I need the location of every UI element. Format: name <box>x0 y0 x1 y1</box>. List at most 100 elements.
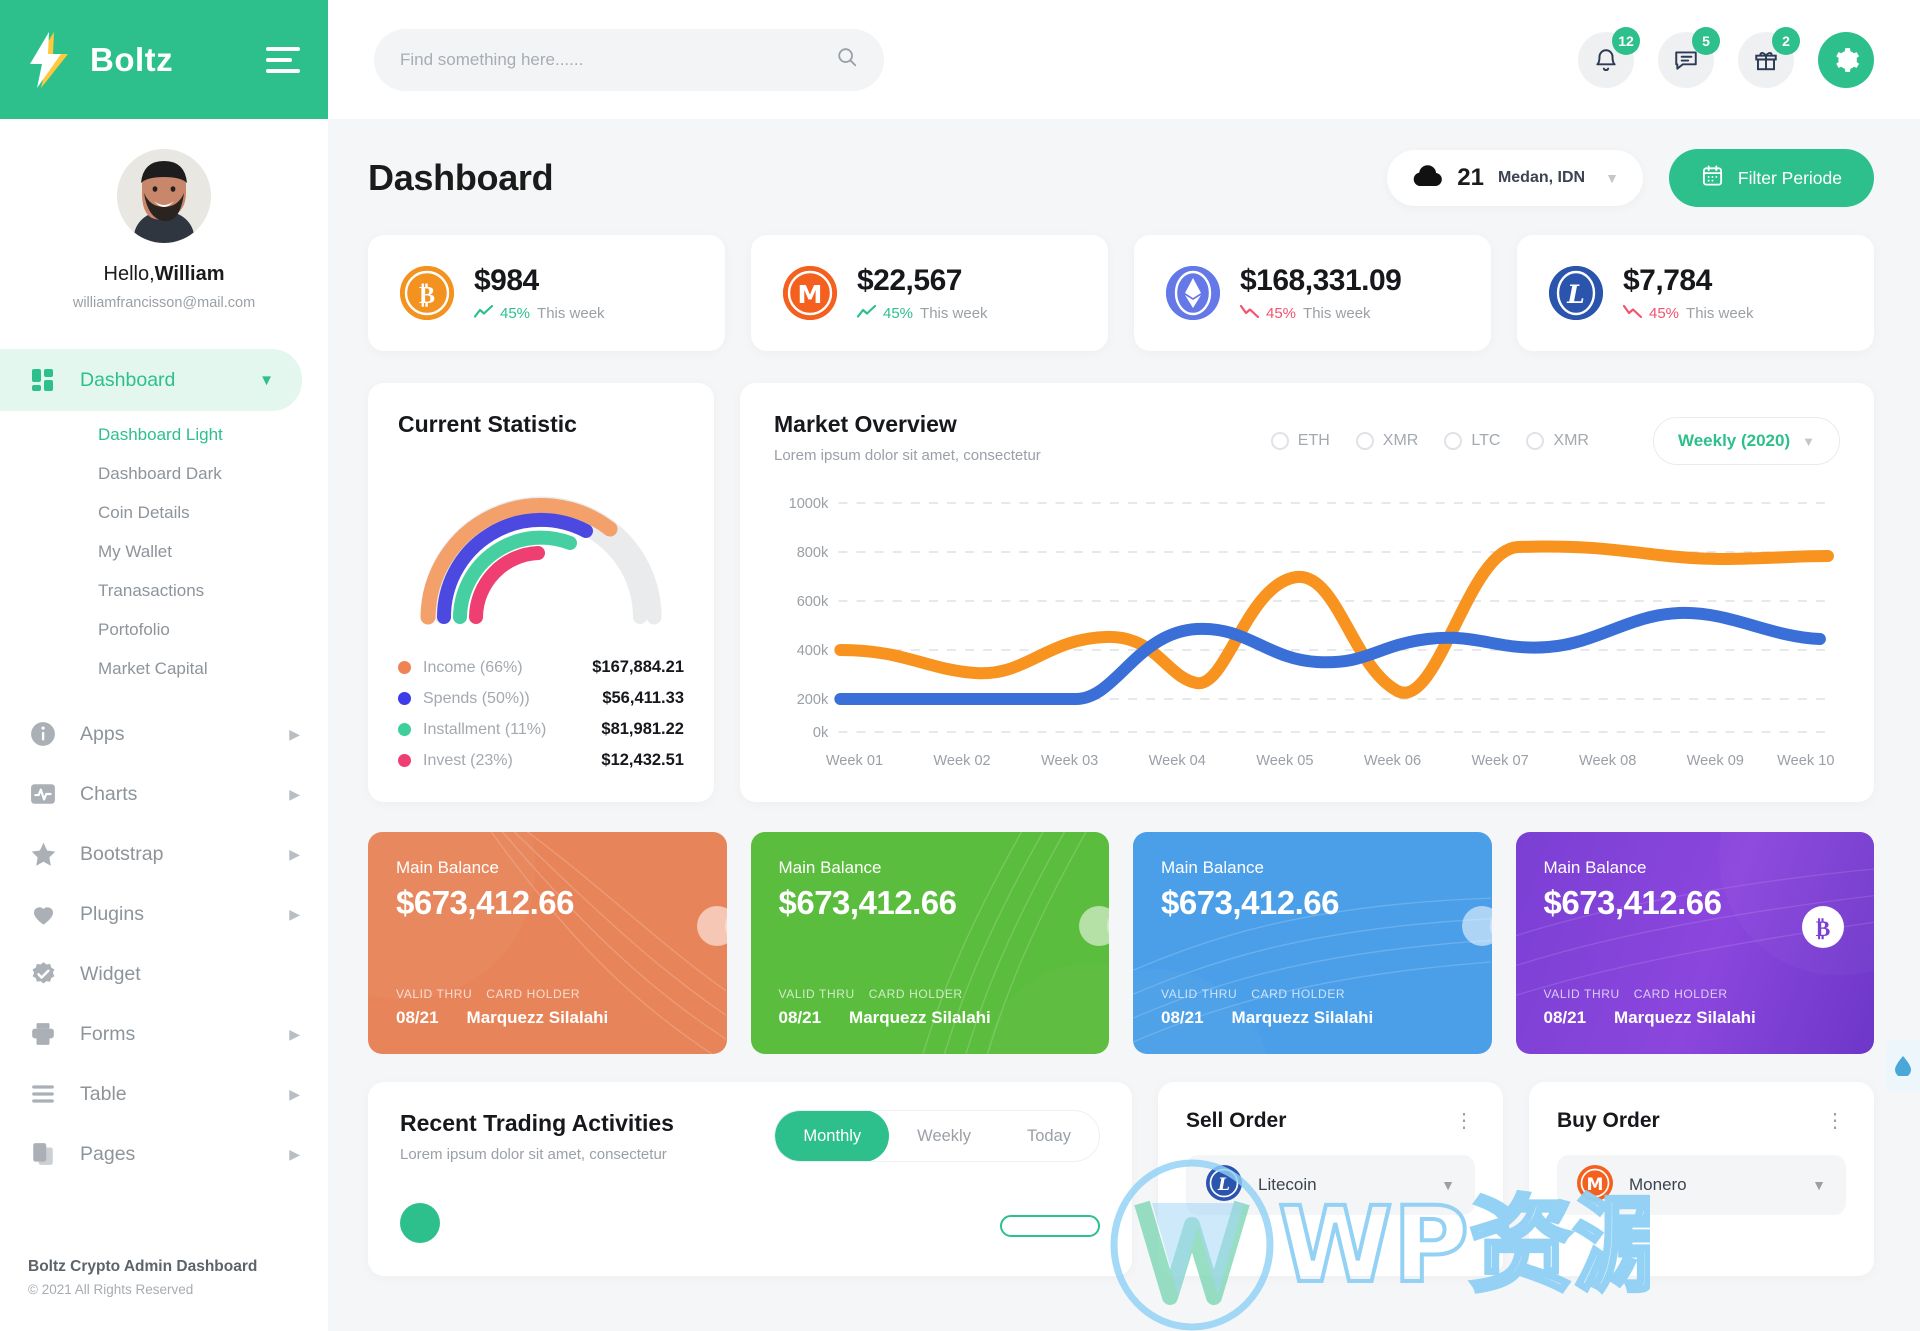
sidebar-item-label: Table <box>80 1082 127 1105</box>
valid-thru-value: 08/21 <box>1543 1008 1587 1027</box>
activity-icon <box>28 779 58 809</box>
market-overview-header: Market Overview Lorem ipsum dolor sit am… <box>774 411 1840 465</box>
buy-order-coin-select[interactable]: M Monero ▼ <box>1557 1155 1846 1215</box>
trading-action-button[interactable] <box>1000 1214 1100 1237</box>
period-select[interactable]: Weekly (2020) ▼ <box>1652 417 1840 465</box>
settings-button[interactable] <box>1818 31 1874 88</box>
dots-vertical-icon[interactable]: ⋮ <box>1825 1108 1846 1133</box>
sidebar-subitem-dashboard-light[interactable]: Dashboard Light <box>0 415 328 454</box>
sidebar-item-label: Plugins <box>80 902 144 925</box>
sidebar-subitem-coin-details[interactable]: Coin Details <box>0 493 328 532</box>
balance-card-blue[interactable]: Main Balance $673,412.66 VALID THRU CARD … <box>1133 832 1492 1054</box>
greeting: Hello,William <box>0 263 328 286</box>
stat-card-eth[interactable]: $168,331.09 45% This week <box>1134 235 1491 351</box>
legend-item: Spends (50%)) $56,411.33 <box>398 683 684 714</box>
stat-card-ltc[interactable]: L $7,784 45% This week <box>1517 235 1874 351</box>
radio-ltc[interactable]: LTC <box>1444 432 1500 450</box>
market-overview-card: Market Overview Lorem ipsum dolor sit am… <box>740 383 1874 802</box>
filter-periode-button[interactable]: Filter Periode <box>1668 149 1874 207</box>
sidebar-item-forms[interactable]: Forms ▶ <box>0 1004 328 1064</box>
sidebar-subitem-transactions[interactable]: Tranasactions <box>0 571 328 610</box>
sidebar-item-charts[interactable]: Charts ▶ <box>0 764 328 824</box>
legend-dot-income <box>398 661 411 674</box>
trend-down-icon <box>1239 304 1260 322</box>
sidebar-subitem-market-capital[interactable]: Market Capital <box>0 649 328 688</box>
stat-percent: 45% <box>500 305 531 322</box>
chevron-down-icon[interactable]: ▼ <box>1441 1177 1455 1193</box>
sidebar-item-apps[interactable]: Apps ▶ <box>0 704 328 764</box>
card-holder-value: Marquezz Silalahi <box>466 1008 609 1027</box>
sidebar-item-widget[interactable]: Widget <box>0 944 328 1004</box>
weather-widget[interactable]: 21 Medan, IDN ▼ <box>1387 150 1643 206</box>
sidebar-subitem-my-wallet[interactable]: My Wallet <box>0 532 328 571</box>
sell-order-coin-select[interactable]: L Litecoin ▼ <box>1186 1155 1475 1215</box>
radio-xmr-2[interactable]: XMR <box>1526 432 1589 450</box>
sidebar-item-table[interactable]: Table ▶ <box>0 1064 328 1124</box>
radio-circle-icon <box>1526 432 1545 450</box>
chevron-right-icon: ▶ <box>289 1145 300 1162</box>
sidebar-item-dashboard[interactable]: Dashboard ▼ <box>0 349 302 411</box>
sell-order-coin-name: Litecoin <box>1258 1175 1317 1194</box>
messages-button[interactable]: 5 <box>1658 26 1720 88</box>
dots-vertical-icon[interactable]: ⋮ <box>1454 1108 1475 1133</box>
legend-item: Installment (11%) $81,981.22 <box>398 714 684 745</box>
stat-card-btc[interactable]: ₿ $984 45% This week <box>368 235 725 351</box>
market-overview-title: Market Overview <box>774 411 957 437</box>
search-input[interactable] <box>400 49 824 70</box>
legend-value: $167,884.21 <box>592 658 684 676</box>
sidebar-item-label: Dashboard <box>80 368 176 391</box>
chevron-down-icon[interactable]: ▼ <box>1605 170 1619 186</box>
trading-row[interactable] <box>400 1203 1100 1248</box>
topbar: 12 5 2 <box>328 0 1920 119</box>
sidebar-subitem-portofolio[interactable]: Portofolio <box>0 610 328 649</box>
page-title: Dashboard <box>368 157 554 198</box>
profile-name: William <box>154 263 225 285</box>
balance-card-footer: VALID THRU CARD HOLDER 08/21 Marquezz Sila… <box>779 987 1082 1028</box>
sidebar-subitem-dashboard-dark[interactable]: Dashboard Dark <box>0 454 328 493</box>
tab-today[interactable]: Today <box>999 1111 1099 1161</box>
sidebar-item-bootstrap[interactable]: Bootstrap ▶ <box>0 824 328 884</box>
sidebar-item-label: Charts <box>80 782 138 805</box>
balance-card-purple[interactable]: Main Balance $673,412.66 ₿ VALID THRU CAR… <box>1515 832 1874 1054</box>
chevron-down-icon[interactable]: ▼ <box>1812 1177 1826 1193</box>
profile-email: williamfrancisson@mail.com <box>72 295 256 311</box>
balance-card-orange[interactable]: Main Balance $673,412.66 VALID THRU CARD … <box>368 832 727 1054</box>
current-statistic-title: Current Statistic <box>398 411 577 437</box>
greeting-prefix: Hello, <box>103 263 155 285</box>
valid-thru-value: 08/21 <box>396 1008 439 1027</box>
tab-weekly[interactable]: Weekly <box>889 1111 999 1161</box>
sell-order-title: Sell Order <box>1186 1108 1287 1132</box>
weather-city: Medan, IDN <box>1497 169 1586 186</box>
recent-trading-subtitle: Lorem ipsum dolor sit amet, consectetur <box>400 1146 667 1163</box>
balance-card-green[interactable]: Main Balance $673,412.66 VALID THRU CARD … <box>750 832 1109 1054</box>
valid-thru-label: VALID THRU <box>1543 987 1620 1001</box>
legend-label: Spends (50%)) <box>423 689 530 707</box>
hamburger-icon[interactable] <box>266 46 300 73</box>
stat-period: This week <box>537 305 605 322</box>
search-icon[interactable] <box>836 46 858 73</box>
litecoin-icon: L <box>1549 266 1603 320</box>
radio-xmr-1[interactable]: XMR <box>1355 432 1418 450</box>
gifts-button[interactable]: 2 <box>1738 26 1800 88</box>
buy-order-card: Buy Order ⋮ M Monero ▼ <box>1529 1082 1874 1276</box>
sidebar-footer-copyright: © 2021 All Rights Reserved <box>28 1282 194 1297</box>
legend-dot-invest <box>398 754 411 767</box>
bolt-icon <box>28 30 74 90</box>
balance-card-footer: VALID THRU CARD HOLDER 08/21 Marquezz Sila… <box>396 987 699 1028</box>
search-box[interactable] <box>374 28 884 91</box>
sidebar-item-plugins[interactable]: Plugins ▶ <box>0 884 328 944</box>
cloud-icon <box>1411 164 1443 192</box>
radio-label: ETH <box>1297 432 1330 449</box>
stat-period: This week <box>1303 305 1371 322</box>
stat-cards: ₿ $984 45% This week M $22,567 45% This … <box>368 235 1874 351</box>
theme-settings-tab[interactable] <box>1886 1040 1920 1092</box>
notifications-button[interactable]: 12 <box>1578 26 1640 88</box>
buy-order-header: Buy Order ⋮ <box>1557 1108 1846 1133</box>
radio-eth[interactable]: ETH <box>1270 432 1330 450</box>
balance-card-label: Main Balance <box>778 858 882 877</box>
valid-thru-label: VALID THRU <box>778 987 855 1001</box>
stat-card-xmr[interactable]: M $22,567 45% This week <box>751 235 1108 351</box>
tab-monthly[interactable]: Monthly <box>775 1111 890 1161</box>
buy-order-coin-name: Monero <box>1629 1175 1687 1194</box>
sidebar-item-pages[interactable]: Pages ▶ <box>0 1124 328 1184</box>
